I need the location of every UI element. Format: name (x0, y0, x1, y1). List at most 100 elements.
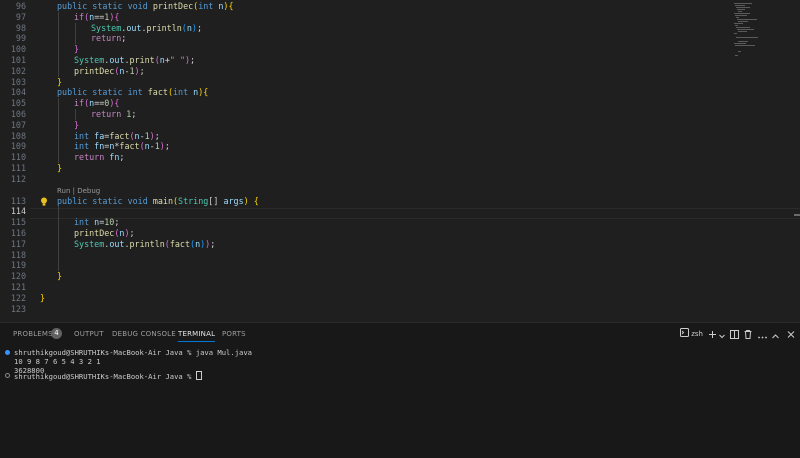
code-token: out (109, 238, 125, 249)
code-line: 100} (0, 44, 740, 56)
code-text: } (57, 163, 62, 174)
problems-count-badge: 4 (51, 328, 62, 339)
chevron-down-icon[interactable] (719, 331, 725, 342)
code-token: fact (169, 238, 191, 249)
code-line: 101 System.out.print(n+" "); (0, 55, 740, 66)
code-line: 120} (0, 271, 740, 282)
code-token: public (57, 1, 93, 11)
tab-terminal[interactable]: TERMINAL (178, 330, 216, 342)
code-token: fact (109, 130, 130, 141)
indent-guide (58, 217, 59, 229)
code-token: println (146, 22, 182, 33)
plus-icon[interactable] (708, 329, 717, 340)
tab-problems[interactable]: PROBLEMS (13, 330, 53, 338)
code-line: 97 if(n==1){ (0, 11, 740, 23)
code-text: System.out.println(n); (91, 23, 202, 34)
code-token: } (57, 76, 63, 87)
code-line: 108 int fa=fact(n-1); (0, 130, 740, 142)
tab-ports[interactable]: PORTS (222, 330, 246, 338)
code-token: System (74, 55, 105, 65)
code-line: 96 public static void printDec(int n){ (0, 1, 740, 12)
code-token: fact (119, 141, 140, 152)
code-token: print (129, 55, 155, 65)
code-token: ; (164, 141, 170, 152)
scrollbar-marker (794, 214, 800, 216)
code-token: [] (208, 195, 224, 206)
code-line: 117 System.out.println(fact(n)); (0, 238, 740, 250)
command-success-icon (5, 350, 10, 355)
code-token: { (203, 87, 209, 98)
line-number: 119 (10, 260, 26, 271)
code-token: } (74, 44, 80, 55)
indent-guide (58, 249, 59, 261)
code-text: int fn=n*fact(n-1); (74, 141, 170, 152)
ellipsis-icon[interactable] (758, 332, 767, 343)
line-number: 110 (10, 152, 26, 163)
line-number: 107 (10, 119, 26, 130)
terminal-shell-selector[interactable]: zsh (680, 328, 703, 339)
code-text: printDec(n-1); (74, 66, 145, 77)
code-line: 111} (0, 163, 740, 174)
tab-output[interactable]: OUTPUT (74, 330, 104, 338)
code-token: void (127, 195, 153, 206)
indent-guide (58, 152, 59, 164)
terminal-prompt: shruthikgoud@SHRUTHIKs-MacBook-Air Java … (14, 372, 196, 381)
lightbulb-icon[interactable] (40, 197, 48, 207)
code-text: if(n==0){ (74, 98, 119, 109)
line-number: 97 (15, 11, 26, 22)
terminal-cursor (195, 371, 202, 380)
code-line: 103} (0, 77, 740, 88)
code-line: 104 public static int fact(int n){ (0, 87, 740, 98)
indent-guide (58, 98, 59, 110)
code-text: } (57, 271, 62, 282)
code-token: } (57, 163, 63, 173)
terminal-command-line: shruthikgoud@SHRUTHIKs-MacBook-Air Java … (14, 348, 252, 357)
indent-guide (75, 33, 76, 45)
code-token: int (172, 87, 194, 98)
indent-guide (75, 109, 76, 120)
code-token: " " (169, 55, 185, 65)
line-number: 104 (10, 87, 26, 98)
indent-guide (58, 238, 59, 250)
shell-name: zsh (691, 330, 703, 338)
code-token: int (74, 141, 95, 152)
code-token: ; (119, 152, 125, 163)
trash-icon[interactable] (744, 329, 752, 340)
command-pending-icon (5, 373, 10, 378)
code-line: 113 public static void main(String[] args… (0, 196, 740, 207)
code-token: == (94, 98, 105, 109)
code-token: println (129, 238, 165, 249)
line-number: 114 (10, 206, 26, 217)
code-token: { (114, 98, 120, 109)
indent-guide (58, 130, 59, 142)
code-token: args (223, 195, 244, 206)
code-token: == (94, 11, 105, 22)
line-number: 117 (10, 238, 26, 249)
code-token: String (178, 195, 209, 206)
tab-debug-console[interactable]: DEBUG CONSOLE (112, 330, 176, 338)
code-token: return (91, 33, 122, 44)
chevron-up-icon[interactable] (772, 331, 779, 342)
code-token: ; (154, 130, 160, 141)
code-token: System (74, 238, 105, 249)
split-icon[interactable] (730, 329, 739, 340)
indent-guide (58, 22, 59, 34)
code-editor[interactable]: 96 public static void printDec(int n){97 i… (0, 0, 800, 322)
indent-guide (58, 44, 59, 56)
line-number: 100 (10, 44, 26, 55)
code-token: main (152, 195, 173, 206)
code-line: 112 (0, 174, 740, 185)
line-number: 98 (15, 22, 26, 33)
code-line: 122} (0, 293, 740, 304)
close-icon[interactable] (787, 329, 795, 340)
code-token: System (91, 22, 122, 33)
code-text: public static void printDec(int n){ (57, 1, 234, 12)
code-line: 121 (0, 282, 740, 293)
code-token: ; (114, 217, 120, 228)
code-token: int (74, 130, 95, 141)
code-token: int (74, 217, 95, 228)
codelens-run-debug[interactable]: Run | Debug (57, 187, 100, 195)
line-number: 99 (15, 33, 26, 44)
code-line: 114 (0, 206, 740, 218)
code-token: return (74, 152, 110, 163)
